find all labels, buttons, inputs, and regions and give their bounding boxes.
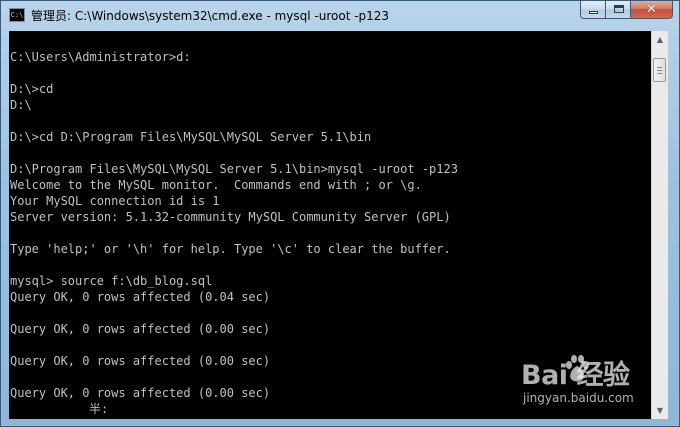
console-line: D:\Program Files\MySQL\MySQL Server 5.1\… xyxy=(10,162,458,176)
ime-status-indicator: 半: xyxy=(89,402,109,416)
minimize-button[interactable] xyxy=(580,1,606,19)
caption-buttons: ✕ xyxy=(580,1,673,21)
console-line: Query OK, 0 rows affected (0.04 sec) xyxy=(10,290,271,304)
console-lines: C:\Users\Administrator>d: D:\>cd D:\ D:\>cd… xyxy=(10,33,458,401)
close-button[interactable]: ✕ xyxy=(630,1,673,19)
console-line: C:\Users\Administrator>d: xyxy=(10,50,191,64)
console-line: Query OK, 0 rows affected (0.00 sec) xyxy=(10,354,271,368)
grip-line xyxy=(657,73,662,74)
cmd-window: C:\ 管理员: C:\Windows\system32\cmd.exe - m… xyxy=(0,0,680,427)
maximize-icon xyxy=(614,5,624,13)
scroll-thumb[interactable] xyxy=(653,58,666,82)
console-line: Query OK, 0 rows affected (0.00 sec) xyxy=(10,386,271,400)
console-line: D:\ xyxy=(10,98,32,112)
console-line: Type 'help;' or '\h' for help. Type '\c'… xyxy=(10,242,451,256)
console-output[interactable]: C:\Users\Administrator>d: D:\>cd D:\ D:\>cd… xyxy=(9,31,651,419)
console-line: D:\>cd xyxy=(10,82,54,96)
maximize-button[interactable] xyxy=(605,1,631,19)
console-line: Your MySQL connection id is 1 xyxy=(10,194,220,208)
window-title: 管理员: C:\Windows\system32\cmd.exe - mysql… xyxy=(31,9,390,23)
console-line: D:\>cd D:\Program Files\MySQL\MySQL Serv… xyxy=(10,130,372,144)
console-line: Query OK, 0 rows affected (0.00 sec) xyxy=(10,322,271,336)
console-line: Server version: 5.1.32-community MySQL C… xyxy=(10,210,451,224)
title-bar[interactable]: C:\ 管理员: C:\Windows\system32\cmd.exe - m… xyxy=(1,1,679,31)
minimize-icon xyxy=(589,11,598,14)
vertical-scrollbar[interactable]: ▲ ▼ xyxy=(651,31,668,419)
cmd-icon[interactable]: C:\ xyxy=(9,8,25,22)
grip-line xyxy=(657,70,662,71)
close-icon: ✕ xyxy=(646,2,657,17)
grip-line xyxy=(657,67,662,68)
scroll-up-arrow-icon[interactable]: ▲ xyxy=(652,31,668,48)
console-line: mysql> source f:\db_blog.sql xyxy=(10,274,213,288)
scroll-down-arrow-icon[interactable]: ▼ xyxy=(652,402,668,419)
console-line: Welcome to the MySQL monitor. Commands e… xyxy=(10,178,422,192)
